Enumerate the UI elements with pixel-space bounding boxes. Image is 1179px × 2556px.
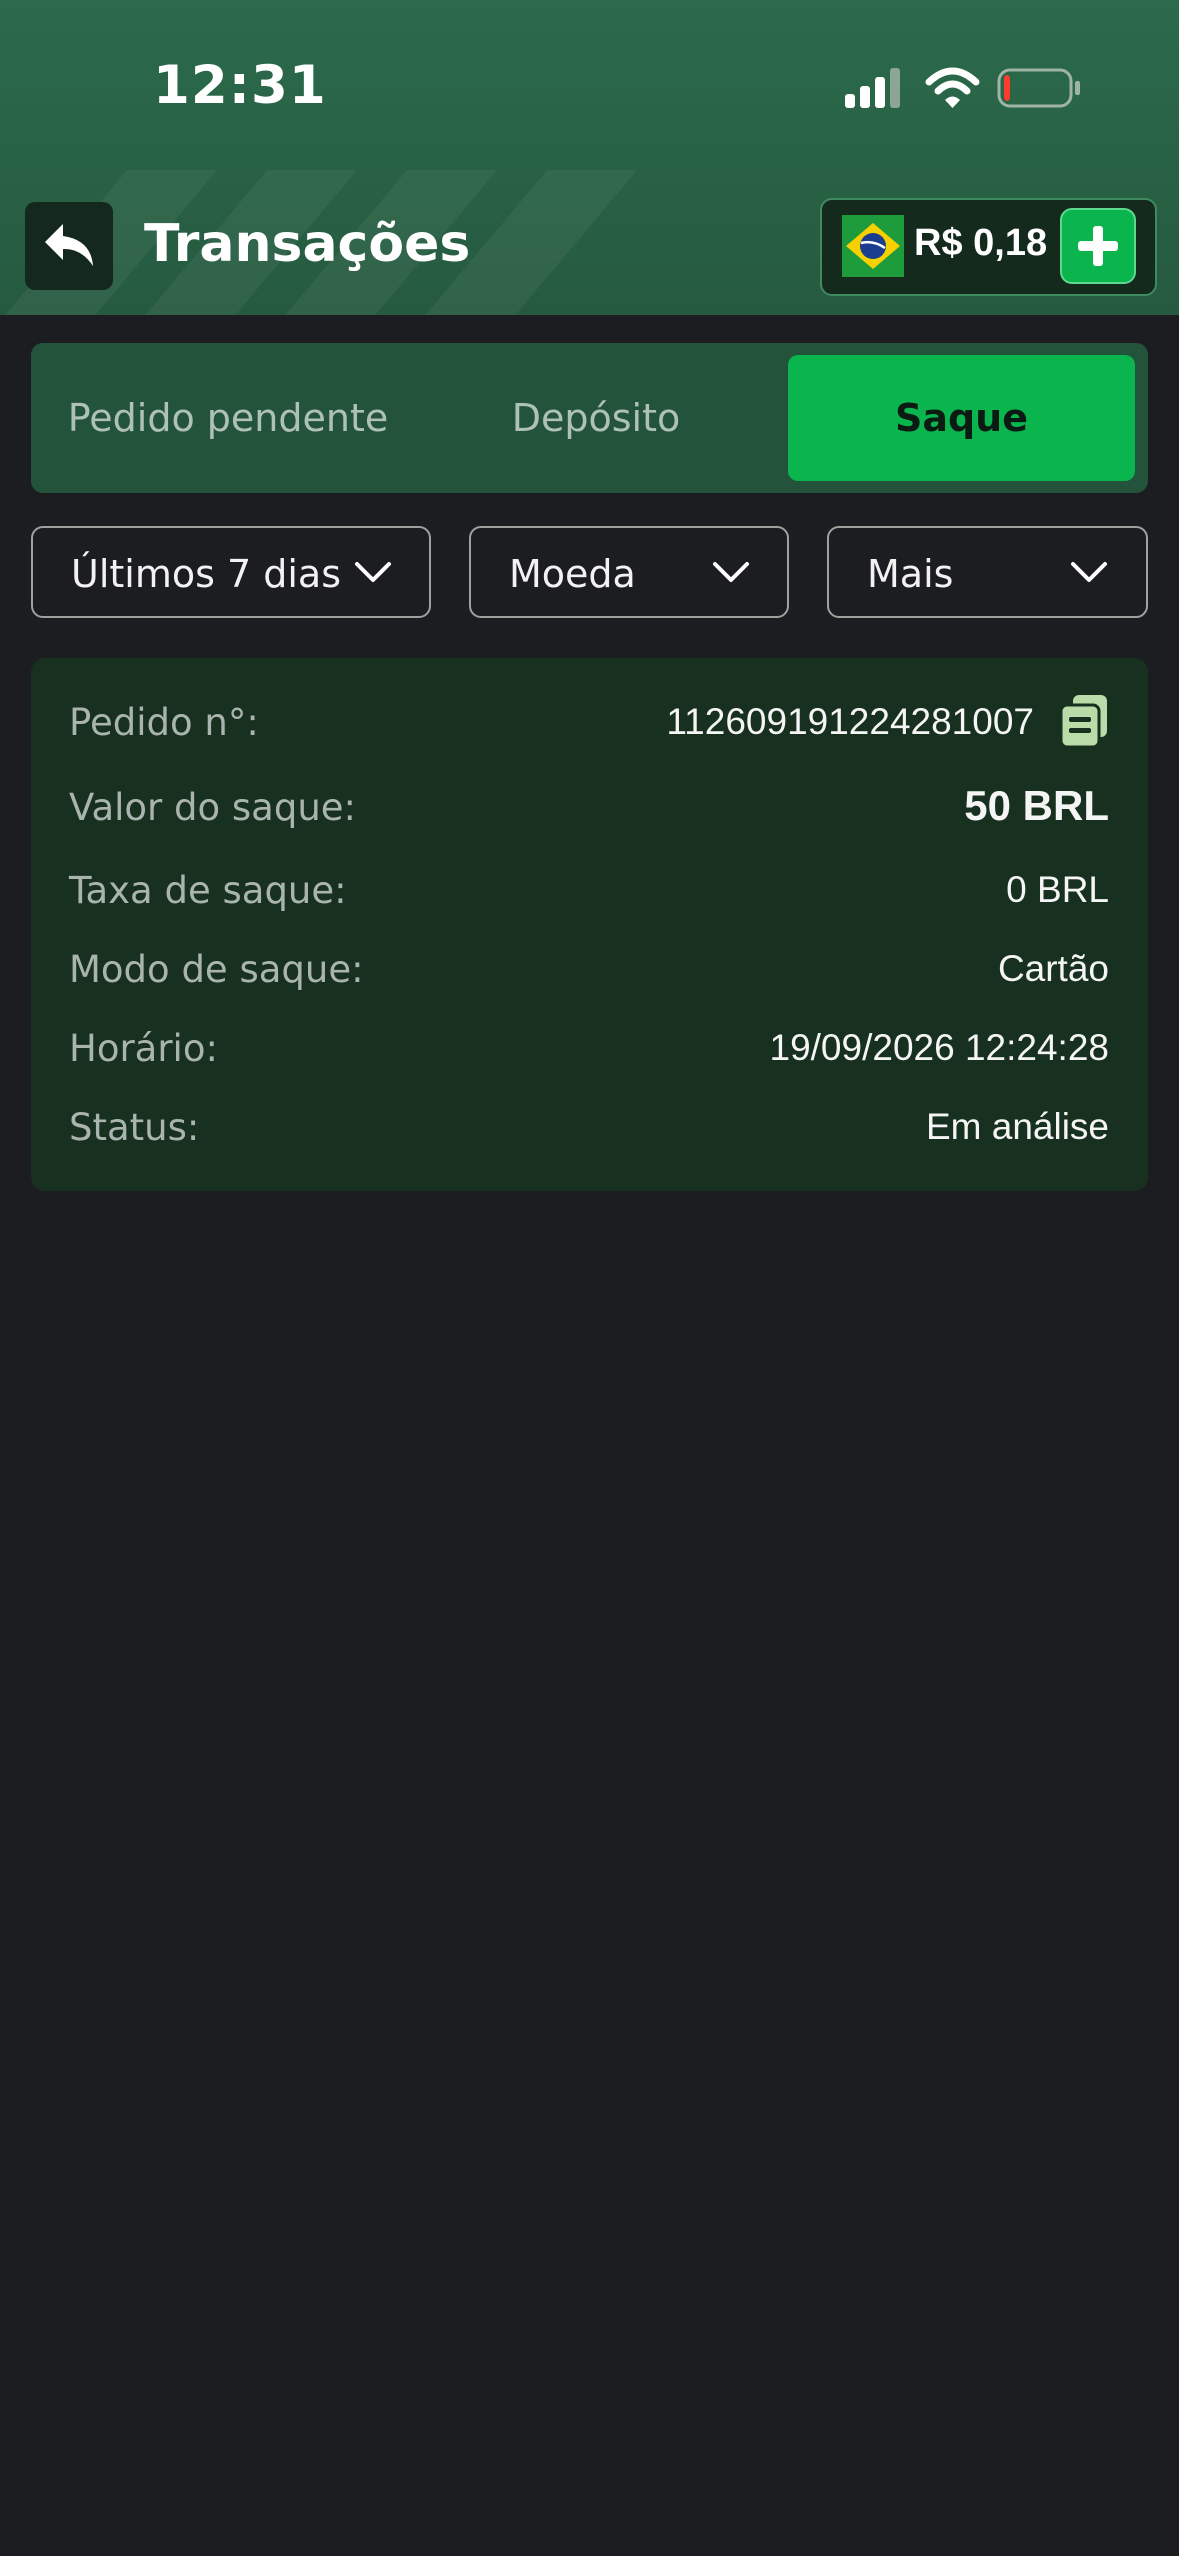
amount-row: Valor do saque: 50 BRL — [69, 776, 1109, 836]
time-row: Horário: 19/09/2026 12:24:28 — [69, 1017, 1109, 1077]
tab-pending-order[interactable]: Pedido pendente — [43, 355, 413, 481]
balance-widget[interactable]: R$ 0,18 — [820, 198, 1157, 296]
withdrawal-mode-label: Modo de saque: — [69, 948, 364, 991]
plus-icon — [1078, 226, 1118, 266]
status-bar: 12:31 — [0, 0, 1179, 170]
status-value: Em análise — [925, 1106, 1109, 1147]
chevron-down-icon — [713, 562, 749, 582]
page-title: Transações — [144, 214, 471, 274]
status-row: Status: Em análise — [69, 1096, 1109, 1156]
date-range-label: Últimos 7 dias — [71, 552, 341, 596]
back-arrow-icon — [45, 224, 93, 266]
order-number-value: 112609191224281007 — [666, 701, 1034, 742]
more-filter[interactable]: Mais — [827, 526, 1148, 618]
order-number-row: Pedido n°: 112609191224281007 — [69, 691, 1109, 751]
cellular-signal-icon — [845, 68, 900, 108]
fee-label: Taxa de saque: — [69, 869, 347, 912]
top-header-area: 12:31 Transações R$ 0,18 — [0, 0, 1179, 315]
add-funds-button[interactable] — [1060, 208, 1136, 284]
transaction-type-tabs: Pedido pendente Depósito Saque — [31, 343, 1148, 493]
time-value: 19/09/2026 12:24:28 — [769, 1027, 1110, 1068]
balance-amount: R$ 0,18 — [914, 222, 1048, 264]
chevron-down-icon — [355, 562, 391, 582]
status-time: 12:31 — [153, 55, 327, 116]
amount-label: Valor do saque: — [69, 786, 357, 829]
fee-row: Taxa de saque: 0 BRL — [69, 859, 1109, 919]
back-button[interactable] — [25, 202, 113, 290]
brazil-flag-icon — [842, 215, 904, 277]
battery-icon — [997, 68, 1080, 108]
more-label: Mais — [867, 552, 954, 596]
tab-deposit[interactable]: Depósito — [411, 355, 781, 481]
copy-icon[interactable] — [1059, 693, 1109, 749]
currency-filter[interactable]: Moeda — [469, 526, 789, 618]
time-label: Horário: — [69, 1027, 218, 1070]
date-range-filter[interactable]: Últimos 7 dias — [31, 526, 431, 618]
amount-value: 50 BRL — [964, 782, 1109, 829]
currency-label: Moeda — [509, 552, 636, 596]
wifi-icon — [925, 67, 980, 108]
fee-value: 0 BRL — [1006, 869, 1109, 910]
status-label: Status: — [69, 1106, 200, 1149]
withdrawal-mode-value: Cartão — [997, 948, 1109, 989]
transaction-card: Pedido n°: 112609191224281007 Valor do s… — [31, 658, 1148, 1191]
chevron-down-icon — [1071, 562, 1107, 582]
order-number-label: Pedido n°: — [69, 701, 259, 744]
withdrawal-mode-row: Modo de saque: Cartão — [69, 938, 1109, 998]
tab-withdrawal[interactable]: Saque — [788, 355, 1135, 481]
app-header: Transações R$ 0,18 — [0, 170, 1179, 315]
